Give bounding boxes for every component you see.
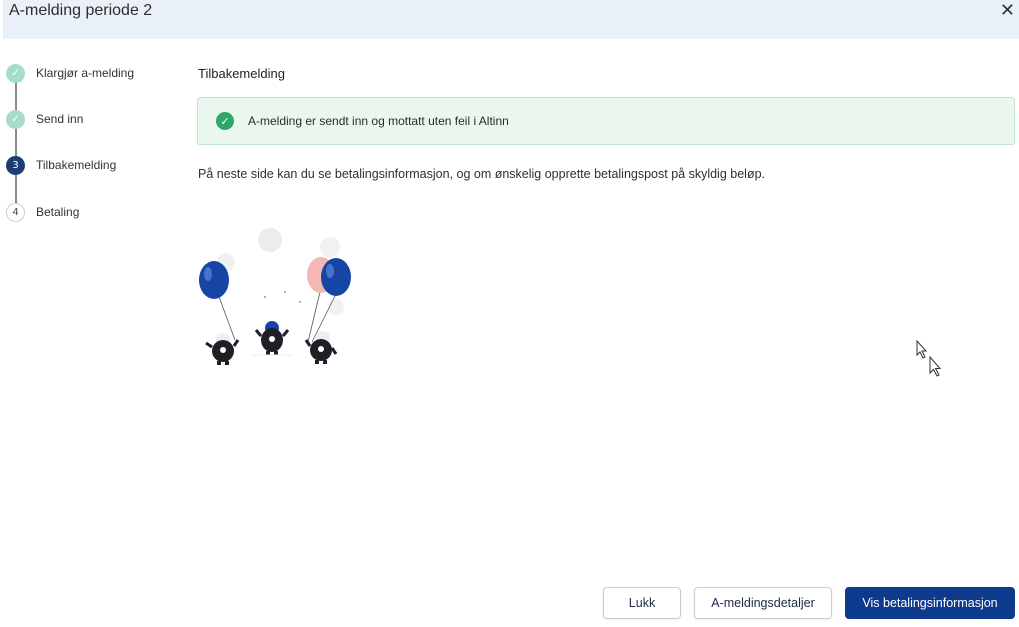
- check-icon: ✓: [6, 110, 25, 129]
- details-button[interactable]: A-meldingsdetaljer: [694, 587, 832, 619]
- step-label: Klargjør a-melding: [36, 66, 135, 80]
- step-label: Send inn: [36, 112, 84, 126]
- dialog-header: A-melding periode 2 ✕: [3, 0, 1019, 39]
- check-icon: ✓: [6, 64, 25, 83]
- stepper-connector: [15, 172, 17, 207]
- info-text: På neste side kan du se betalingsinforma…: [198, 167, 765, 181]
- step-label: Betaling: [36, 205, 80, 219]
- close-button[interactable]: Lukk: [603, 587, 681, 619]
- step-label: Tilbakemelding: [36, 158, 117, 172]
- alert-message: A-melding er sendt inn og mottatt uten f…: [248, 114, 509, 128]
- success-alert: ✓ A-melding er sendt inn og mottatt uten…: [197, 97, 1015, 145]
- dialog-title: A-melding periode 2: [9, 2, 153, 19]
- step-number: 3: [6, 156, 25, 175]
- check-circle-icon: ✓: [216, 112, 234, 130]
- celebration-illustration: [199, 228, 351, 365]
- mouse-cursor-icon: [916, 340, 942, 377]
- step-number: 4: [6, 203, 25, 222]
- close-icon[interactable]: ✕: [1000, 0, 1015, 21]
- section-title: Tilbakemelding: [198, 66, 285, 81]
- stepper-connector: [15, 126, 17, 159]
- stepper-connector: [15, 79, 17, 113]
- show-payment-info-button[interactable]: Vis betalingsinformasjon: [845, 587, 1015, 619]
